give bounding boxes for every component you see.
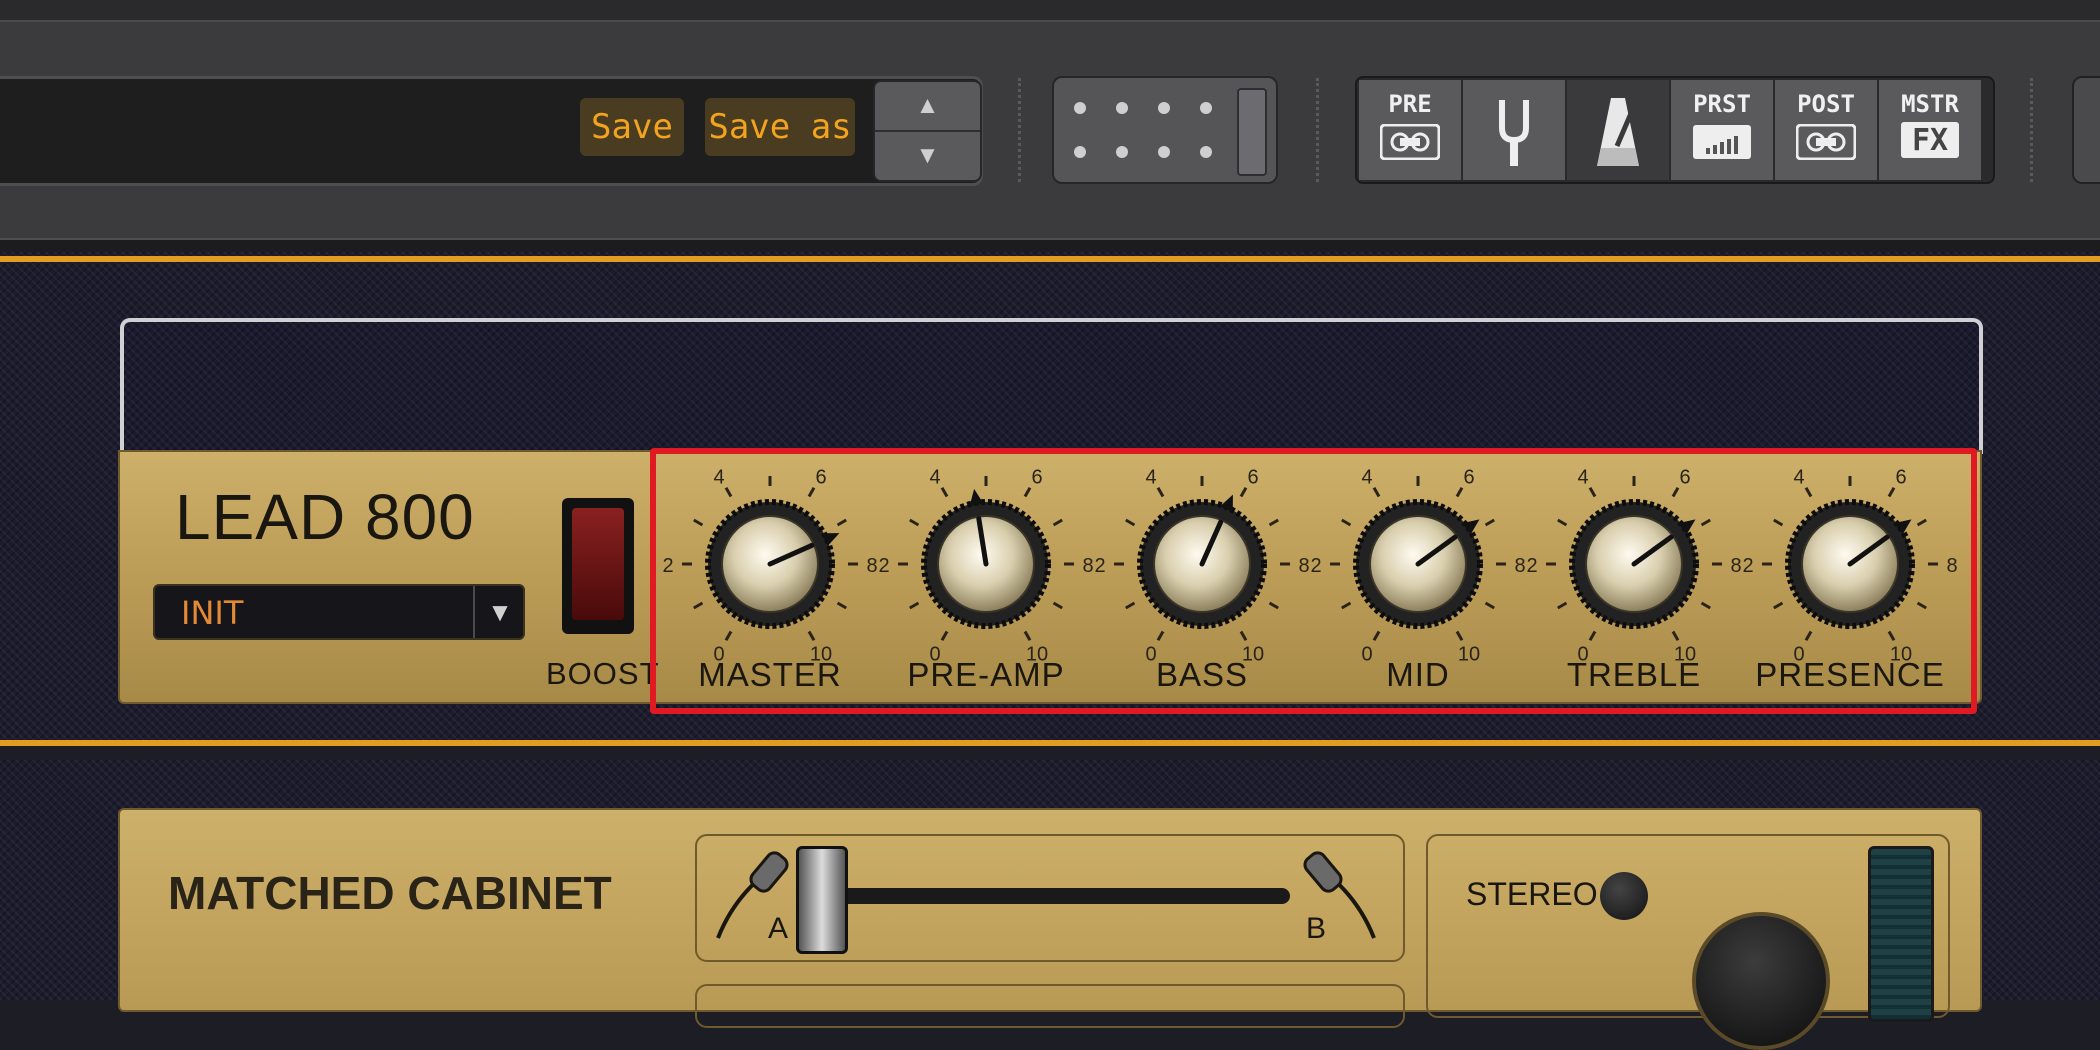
- matrix-dot: [1116, 146, 1128, 158]
- preset-stepper[interactable]: ▲ ▼: [873, 80, 982, 182]
- stereo-toggle-led[interactable]: [1600, 872, 1648, 920]
- mic-position-slider-handle[interactable]: [796, 846, 848, 954]
- tuning-fork-icon: [1484, 98, 1544, 168]
- amp-bottom-trim: [0, 740, 2100, 746]
- stereo-label: STEREO: [1466, 876, 1598, 912]
- matrix-dot: [1200, 102, 1212, 114]
- master-fx-label: MSTR: [1901, 90, 1959, 118]
- fx-button-bar: PRE PRST POST MSTR FX: [1355, 76, 1995, 184]
- save-button[interactable]: Save: [580, 98, 684, 156]
- output-level-meter: [1868, 846, 1934, 1022]
- mic-position-track[interactable]: [800, 888, 1290, 904]
- cabinet-volume-knob[interactable]: [1692, 912, 1830, 1050]
- save-as-button[interactable]: Save as: [705, 98, 855, 156]
- level-bars-icon: [1692, 122, 1752, 162]
- toolbar-separator: [2030, 78, 2033, 182]
- boost-switch[interactable]: [562, 498, 634, 634]
- boost-lamp: [572, 508, 624, 620]
- routing-matrix-button[interactable]: [1052, 76, 1278, 184]
- metronome-icon: [1588, 96, 1648, 168]
- toolbar-separator: [1018, 78, 1021, 182]
- post-fx-label: POST: [1797, 90, 1855, 118]
- amp-preset-dropdown[interactable]: INIT ▼: [153, 584, 525, 640]
- toolbar-separator: [1316, 78, 1319, 182]
- arrow-up-icon: ▲: [915, 92, 940, 119]
- mic-a-label: A: [768, 912, 789, 945]
- matrix-dot: [1116, 102, 1128, 114]
- preset-fx-button[interactable]: PRST: [1671, 80, 1775, 180]
- matrix-dot: [1200, 146, 1212, 158]
- metronome-button[interactable]: [1567, 80, 1671, 180]
- amp-grille: [120, 318, 1983, 454]
- matrix-dot: [1158, 102, 1170, 114]
- matrix-dot: [1074, 102, 1086, 114]
- microphone-a-icon: [716, 851, 789, 939]
- top-toolbar: Save Save as ▲ ▼ PRE PRST POST MSTR FX: [0, 0, 2100, 254]
- preset-fx-label: PRST: [1693, 90, 1751, 118]
- knob-highlight-box: [650, 448, 1977, 714]
- toolbar-top-edge: [0, 0, 2100, 22]
- pre-fx-label: PRE: [1388, 90, 1432, 118]
- toolbar-overflow-button[interactable]: [2072, 76, 2100, 184]
- fx-icon: FX: [1901, 122, 1959, 158]
- pre-fx-button[interactable]: PRE: [1359, 80, 1463, 180]
- matrix-dot: [1158, 146, 1170, 158]
- amp-model-name: LEAD 800: [175, 481, 475, 553]
- matrix-dot: [1074, 146, 1086, 158]
- matrix-level-slider[interactable]: [1237, 88, 1267, 176]
- mic-b-label: B: [1306, 912, 1327, 945]
- tuner-button[interactable]: [1463, 80, 1567, 180]
- chevron-down-icon[interactable]: ▼: [473, 586, 525, 638]
- boost-label: BOOST: [546, 656, 660, 691]
- preset-previous-button[interactable]: ▲: [875, 82, 980, 132]
- arrow-down-icon: ▼: [915, 142, 940, 169]
- cabinet-title: MATCHED CABINET: [168, 867, 612, 919]
- mic-secondary-panel: [695, 984, 1405, 1028]
- master-fx-button[interactable]: MSTR FX: [1879, 80, 1981, 180]
- tape-icon: [1380, 122, 1440, 162]
- amp-top-trim: [0, 256, 2100, 262]
- amp-preset-value: INIT: [181, 594, 244, 632]
- microphone-b-icon: [1303, 851, 1376, 939]
- post-fx-button[interactable]: POST: [1775, 80, 1879, 180]
- tape-icon: [1796, 122, 1856, 162]
- preset-next-button[interactable]: ▼: [875, 132, 980, 180]
